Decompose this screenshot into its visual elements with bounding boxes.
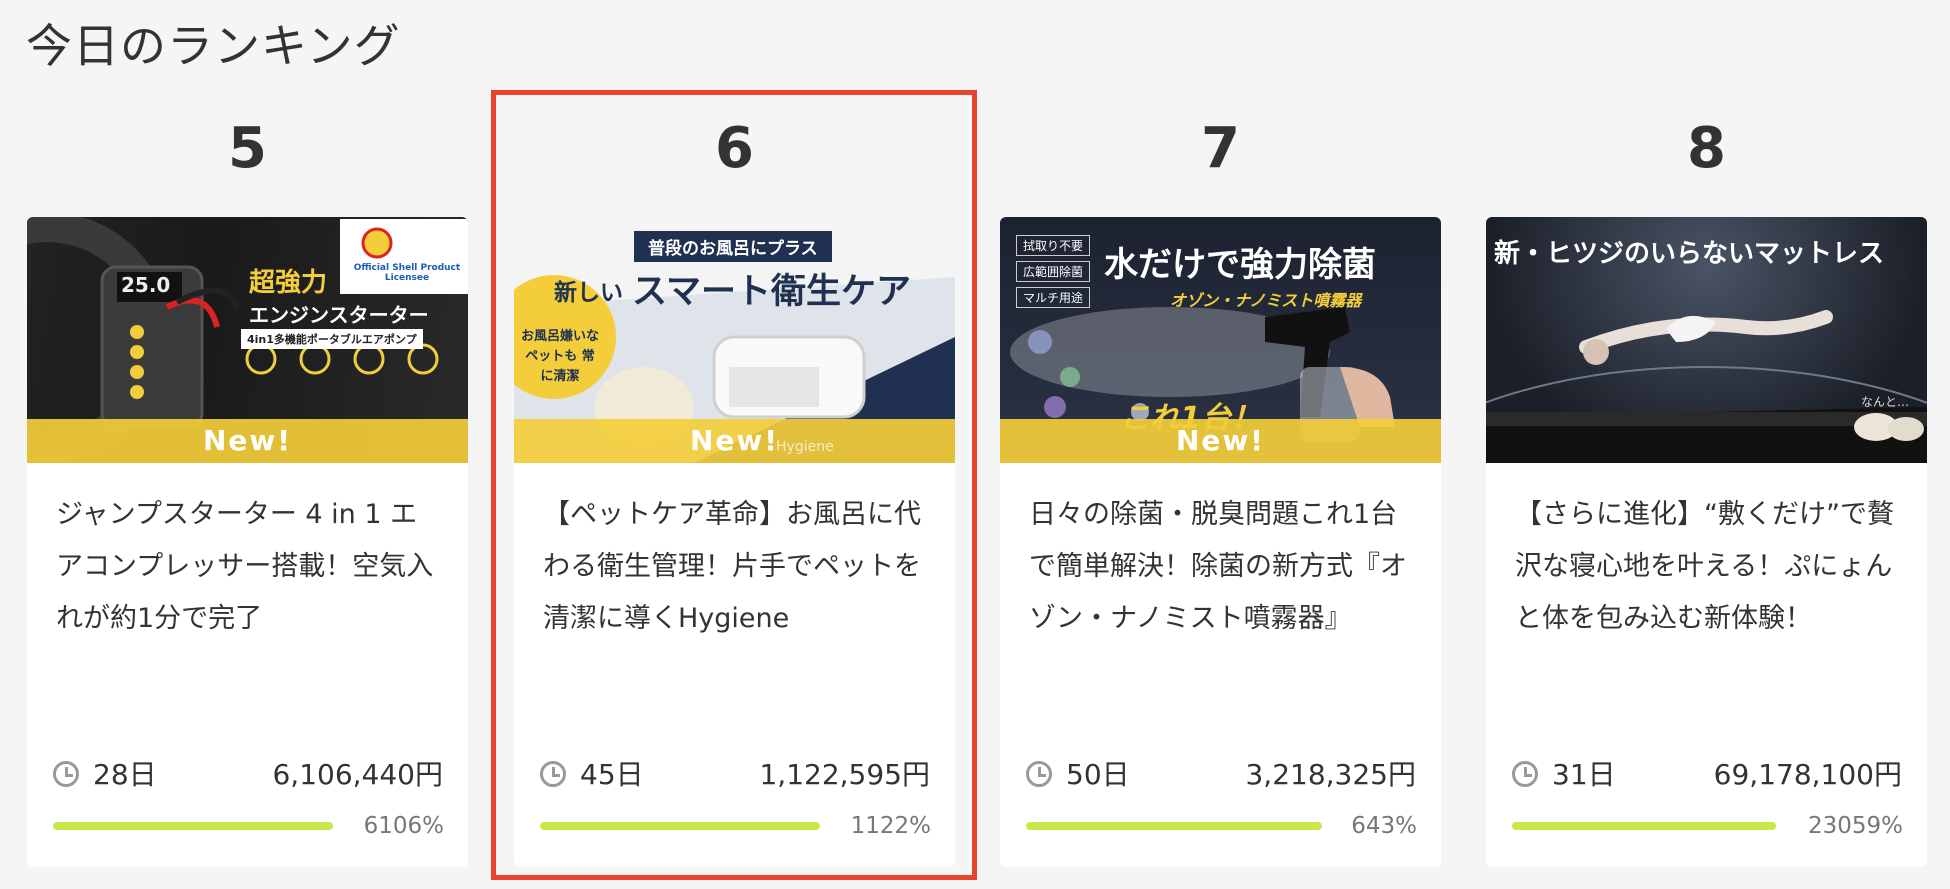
progress-bar xyxy=(540,822,820,830)
days-elapsed: 31日 xyxy=(1552,758,1616,791)
clock-icon xyxy=(53,761,79,787)
clock-icon xyxy=(540,761,566,787)
project-meta: 31日 69,178,100円 xyxy=(1512,755,1902,795)
progress-percent: 643% xyxy=(1351,813,1417,839)
thumbnail-tag: マルチ用途 xyxy=(1016,287,1091,308)
progress-fill xyxy=(53,822,333,830)
progress-bar xyxy=(53,822,333,830)
thumbnail-bubble: お風呂嫌いな ペットも 常に清潔 xyxy=(520,329,599,384)
new-badge: New! xyxy=(27,419,468,463)
rank-number: 7 xyxy=(1201,116,1240,181)
clock-icon xyxy=(1026,761,1052,787)
funding-amount: 3,218,325円 xyxy=(1245,758,1416,791)
funding-amount: 69,178,100円 xyxy=(1713,758,1902,791)
ranking-item-5[interactable]: 5 25.0 超強力 エンジンスターター 4in1多機能ポータブルエアポンプ O… xyxy=(27,0,468,889)
funding-amount: 6,106,440円 xyxy=(272,758,443,791)
thumbnail-headline: 超強力 xyxy=(249,268,328,298)
new-badge: New! xyxy=(514,419,955,463)
progress-bar xyxy=(1026,822,1322,830)
progress-fill xyxy=(540,822,820,830)
days-elapsed: 50日 xyxy=(1066,758,1130,791)
thumbnail-brand: Hygiene xyxy=(776,439,834,455)
days-elapsed: 45日 xyxy=(580,758,644,791)
ranking-item-7[interactable]: 7 拭取り不要 広範囲除菌 マルチ用途 水だけで強力除菌 オゾン・ナノミスト噴霧… xyxy=(1000,0,1441,889)
project-title[interactable]: 【さらに進化】“敷くだけ”で贅沢な寝心地を叶える！ぷにょんと体を包み込む新体験！ xyxy=(1515,489,1900,645)
project-thumbnail[interactable]: 新・ヒツジのいらないマットレス なんと… xyxy=(1486,217,1927,463)
project-thumbnail[interactable]: 25.0 超強力 エンジンスターター 4in1多機能ポータブルエアポンプ Off… xyxy=(27,217,468,463)
progress-percent: 1122% xyxy=(850,813,931,839)
project-title[interactable]: 日々の除菌・脱臭問題これ1台で簡単解決！除菌の新方式『オゾン・ナノミスト噴霧器』 xyxy=(1029,489,1414,645)
project-meta: 45日 1,122,595円 xyxy=(540,755,930,795)
project-thumbnail[interactable]: 普段のお風呂にプラス 新しい スマート衛生ケア お風呂嫌いな ペットも 常に清潔… xyxy=(514,217,955,463)
thumbnail-subheadline: エンジンスターター xyxy=(249,303,429,327)
thumbnail-headline: 新・ヒツジのいらないマットレス xyxy=(1494,239,1885,269)
progress-fill xyxy=(1512,822,1776,830)
project-title[interactable]: ジャンプスターター 4 in 1 エアコンプレッサー搭載！空気入れが約1分で完了 xyxy=(56,489,441,645)
thumbnail-headline: 水だけで強力除菌 xyxy=(1104,245,1376,285)
progress-percent: 6106% xyxy=(363,813,444,839)
thumbnail-tag: 拭取り不要 xyxy=(1016,235,1091,256)
project-title[interactable]: 【ペットケア革命】お風呂に代わる衛生管理！片手でペットを清潔に導くHygiene xyxy=(543,489,928,645)
project-thumbnail[interactable]: 拭取り不要 広範囲除菌 マルチ用途 水だけで強力除菌 オゾン・ナノミスト噴霧器 … xyxy=(1000,217,1441,463)
ranking-item-8[interactable]: 8 新・ヒツジのいらないマットレス なんと… 【さらに進化】“敷くだけ”で贅沢な… xyxy=(1486,0,1927,889)
thumbnail-headline: スマート衛生ケア xyxy=(632,272,911,312)
thumbnail-headline-prefix: 新しい xyxy=(554,280,623,306)
project-meta: 50日 3,218,325円 xyxy=(1026,755,1416,795)
progress-percent: 23059% xyxy=(1807,813,1903,839)
thumbnail-logo-text: Official Shell Product Licensee xyxy=(353,263,461,283)
project-card[interactable]: 普段のお風呂にプラス 新しい スマート衛生ケア お風呂嫌いな ペットも 常に清潔… xyxy=(514,217,955,867)
project-card[interactable]: 25.0 超強力 エンジンスターター 4in1多機能ポータブルエアポンプ Off… xyxy=(27,217,468,867)
ranking-item-6[interactable]: 6 普段のお風呂にプラス 新しい スマート衛生ケア お風呂嫌いな ペットも 常に… xyxy=(514,0,955,889)
rank-number: 6 xyxy=(715,116,754,181)
new-badge: New! xyxy=(1000,419,1441,463)
thumbnail-tag: 広範囲除菌 xyxy=(1016,261,1091,282)
rank-number: 8 xyxy=(1687,116,1726,181)
thumbnail-note: なんと… xyxy=(1861,395,1910,409)
project-card[interactable]: 拭取り不要 広範囲除菌 マルチ用途 水だけで強力除菌 オゾン・ナノミスト噴霧器 … xyxy=(1000,217,1441,867)
ranking-list: 5 25.0 超強力 エンジンスターター 4in1多機能ポータブルエアポンプ O… xyxy=(0,0,1950,889)
thumbnail-tag: 4in1多機能ポータブルエアポンプ xyxy=(241,329,423,349)
progress-bar xyxy=(1512,822,1776,830)
rank-number: 5 xyxy=(228,116,267,181)
thumbnail-display: 25.0 xyxy=(121,273,171,297)
thumbnail-subheadline: オゾン・ナノミスト噴霧器 xyxy=(1170,291,1362,310)
progress-fill xyxy=(1026,822,1322,830)
clock-icon xyxy=(1512,761,1538,787)
thumbnail-banner: 普段のお風呂にプラス xyxy=(634,231,832,262)
funding-amount: 1,122,595円 xyxy=(759,758,930,791)
project-meta: 28日 6,106,440円 xyxy=(53,755,443,795)
days-elapsed: 28日 xyxy=(93,758,157,791)
project-card[interactable]: 新・ヒツジのいらないマットレス なんと… 【さらに進化】“敷くだけ”で贅沢な寝心… xyxy=(1486,217,1927,867)
